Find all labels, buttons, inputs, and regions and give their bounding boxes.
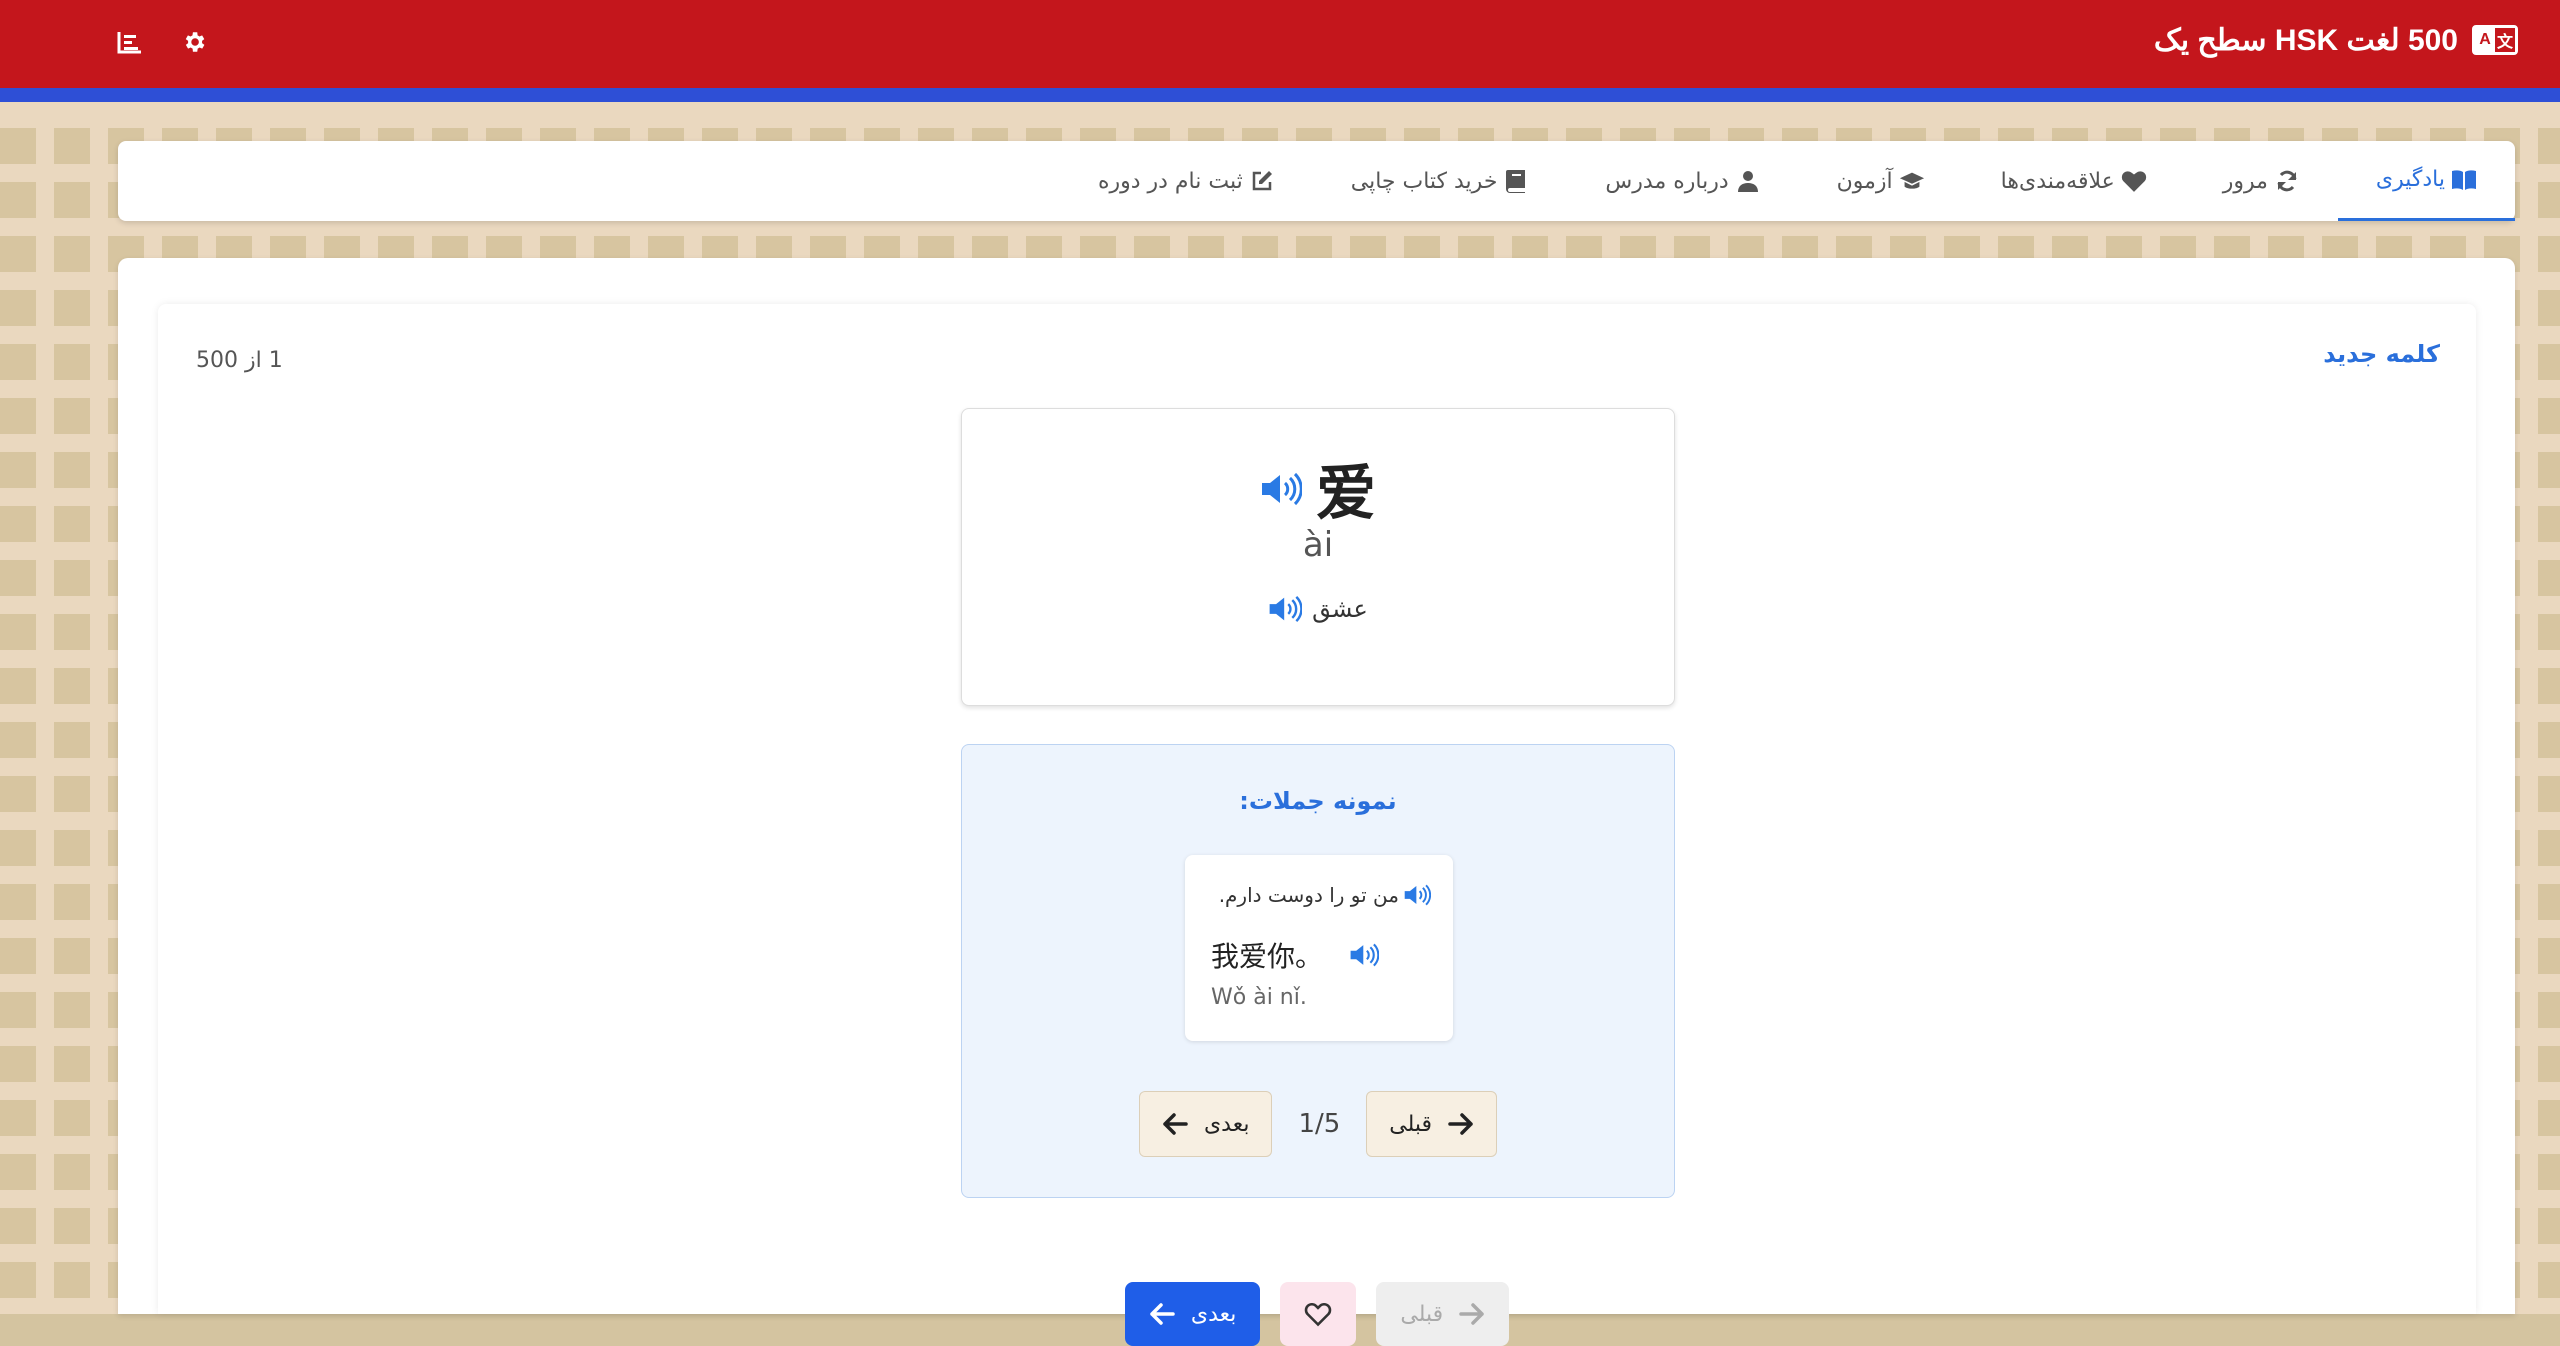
tab-register-course[interactable]: ثبت نام در دوره [1060,141,1313,221]
tab-label: خرید کتاب چاپی [1350,168,1498,194]
arrow-right-icon [1448,1113,1473,1135]
example-prev-button[interactable]: قبلی [1366,1091,1498,1157]
example-chinese: 我爱你。 [1211,940,1324,973]
main-navigation: یادگیری مرور علاقه‌مندی‌ها آزمون درباره … [118,141,2515,221]
main-content: کلمه جدید 1 از 500 爱 ài عشق نمونه جملات: [118,258,2515,1346]
arrow-left-icon [1163,1113,1188,1135]
top-app-bar: 文A 500 لغت HSK سطح یک [0,0,2560,88]
tab-label: علاقه‌مندی‌ها [2000,168,2115,194]
book-open-icon [2452,169,2476,190]
refresh-icon [2277,170,2297,192]
tab-learn[interactable]: یادگیری [2337,141,2515,221]
next-word-button[interactable]: بعدی [1124,1282,1261,1346]
word-navigation: قبلی بعدی [158,1282,2476,1346]
word-card: 爱 ài عشق [961,408,1675,706]
app-brand: 文A 500 لغت HSK سطح یک [2154,18,2518,62]
tab-quiz[interactable]: آزمون [1799,141,1963,221]
learning-panel: کلمه جدید 1 از 500 爱 ài عشق نمونه جملات: [158,304,2476,1346]
user-icon [1737,171,1758,192]
tab-label: ثبت نام در دوره [1097,168,1243,194]
book-icon [1506,170,1526,193]
tab-label: مرور [2222,168,2268,194]
example-next-button[interactable]: بعدی [1138,1091,1273,1157]
graduation-cap-icon [1899,172,1924,189]
tab-about-teacher[interactable]: درباره مدرس [1567,141,1798,221]
speaker-icon[interactable] [1403,884,1431,906]
tab-review[interactable]: مرور [2185,141,2338,221]
button-label: بعدی [1190,1301,1237,1327]
heart-icon [2121,171,2146,192]
example-persian: من تو را دوست دارم. [1218,883,1399,907]
heart-outline-icon [1305,1302,1332,1327]
speaker-icon[interactable] [1268,595,1303,623]
settings-icon[interactable] [176,24,212,60]
word-counter: 1 از 500 [196,348,283,373]
arrow-left-icon [1150,1303,1175,1325]
tab-label: یادگیری [2375,167,2445,192]
app-title: 500 لغت HSK سطح یک [2153,23,2458,57]
section-title: کلمه جدید [2323,340,2440,368]
example-position: 1/5 [1298,1109,1341,1139]
tab-label: آزمون [1836,168,1893,194]
speaker-icon[interactable] [1260,472,1302,506]
button-label: بعدی [1203,1111,1250,1137]
examples-title: نمونه جملات: [1239,787,1397,815]
example-sentences-panel: نمونه جملات: من تو را دوست دارم. 我爱你。 Wǒ… [961,744,1675,1198]
word-hanzi: 爱 [1316,459,1376,529]
favorite-button[interactable] [1280,1282,1357,1346]
stats-icon[interactable] [112,24,148,60]
translate-icon: 文A [2472,25,2518,55]
header-stripe [0,88,2560,102]
speaker-icon[interactable] [1349,943,1380,967]
example-pager: قبلی 1/5 بعدی [962,1091,1674,1157]
prev-word-button[interactable]: قبلی [1376,1282,1510,1346]
example-pinyin: Wǒ ài nǐ. [1211,985,1307,1010]
word-pinyin: ài [1302,525,1334,565]
arrow-right-icon [1459,1303,1484,1325]
edit-icon [1252,171,1272,191]
example-card: من تو را دوست دارم. 我爱你。 Wǒ ài nǐ. [1185,855,1453,1041]
tab-favorites[interactable]: علاقه‌مندی‌ها [1963,141,2185,221]
button-label: قبلی [1400,1301,1444,1327]
tab-buy-book[interactable]: خرید کتاب چاپی [1313,141,1568,221]
word-meaning: عشق [1312,595,1368,623]
tab-label: درباره مدرس [1605,168,1729,194]
button-label: قبلی [1389,1111,1433,1137]
